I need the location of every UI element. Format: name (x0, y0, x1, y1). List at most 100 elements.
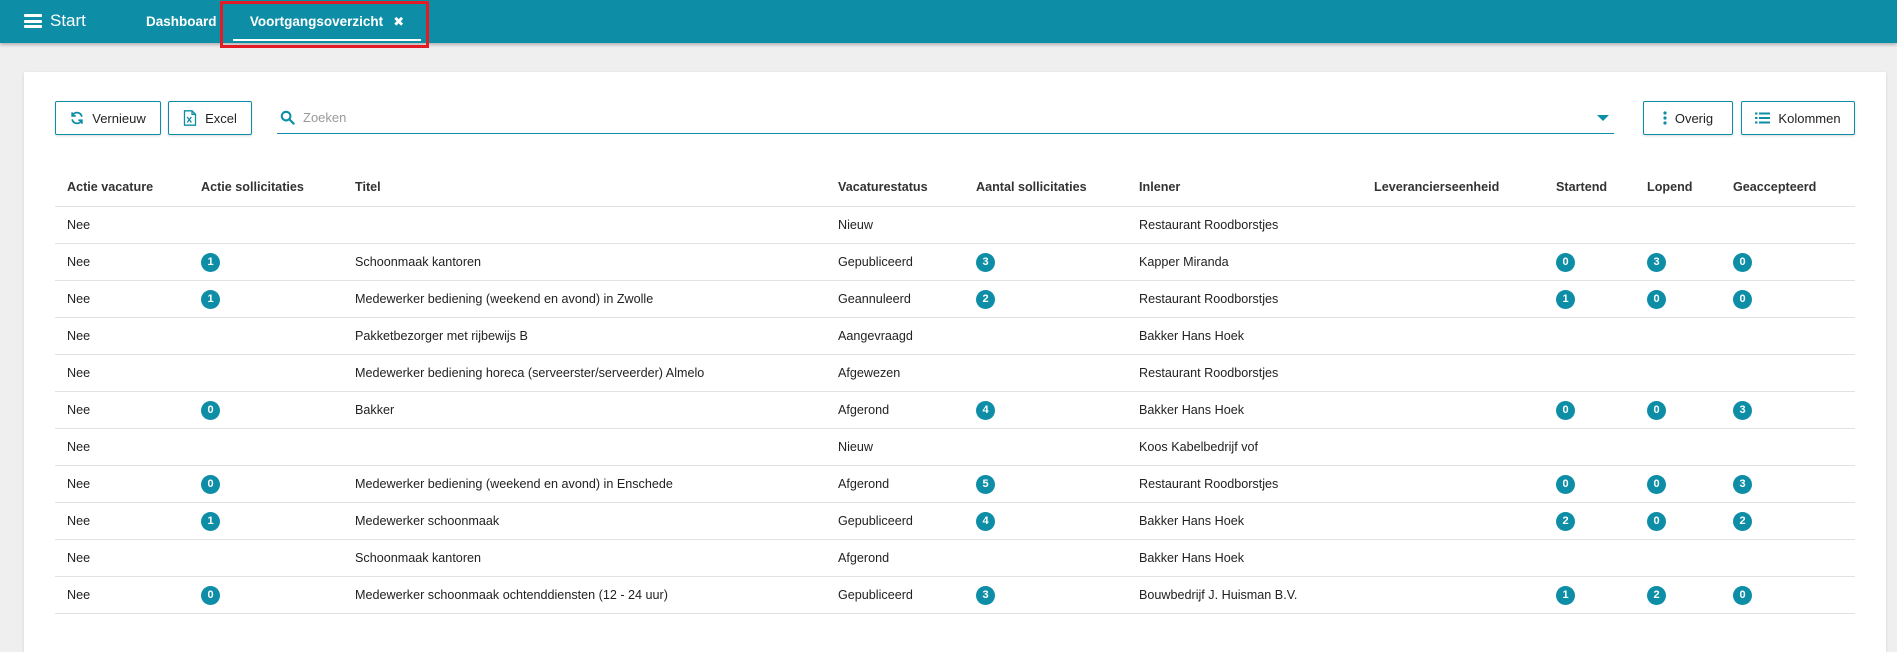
count-badge: 2 (976, 289, 995, 309)
cell-inlener: Restaurant Roodborstjes (1127, 280, 1362, 318)
table-row[interactable]: Nee Nieuw Koos Kabelbedrijf vof (55, 428, 1855, 466)
column-header-vacaturestatus[interactable]: Vacaturestatus (826, 168, 964, 207)
cell-actie-vacature: Nee (55, 465, 189, 503)
cell-geaccepteerd: 0 (1721, 280, 1855, 318)
column-header-leverancierseenheid[interactable]: Leverancierseenheid (1362, 168, 1544, 207)
cell-actie-sollicitaties (189, 539, 343, 577)
refresh-button[interactable]: Vernieuw (55, 101, 161, 135)
cell-actie-vacature: Nee (55, 502, 189, 540)
cell-inlener: Bouwbedrijf J. Huisman B.V. (1127, 576, 1362, 614)
cell-lopend: 2 (1635, 576, 1721, 614)
cell-vacaturestatus: Afgerond (826, 465, 964, 503)
table-row[interactable]: Nee 1 Medewerker schoonmaak Gepubliceerd 4 Ba… (55, 502, 1855, 540)
cell-leverancierseenheid (1362, 576, 1544, 614)
table-row[interactable]: Nee Nieuw Restaurant Roodborstjes (55, 206, 1855, 244)
cell-aantal-sollicitaties: 4 (964, 391, 1127, 429)
cell-startend: 0 (1544, 465, 1635, 503)
column-header-actie-vacature[interactable]: Actie vacature (55, 168, 189, 207)
start-menu-button[interactable]: Start (24, 10, 86, 32)
table-row[interactable]: Nee Pakketbezorger met rijbewijs B Aangevr… (55, 317, 1855, 355)
cell-titel (343, 206, 826, 244)
cell-leverancierseenheid (1362, 206, 1544, 244)
table-row[interactable]: Nee 1 Medewerker bediening (weekend en avo… (55, 280, 1855, 318)
cell-startend: 0 (1544, 243, 1635, 281)
count-badge: 0 (1733, 289, 1752, 309)
cell-titel: Medewerker schoonmaak (343, 502, 826, 540)
cell-lopend (1635, 428, 1721, 466)
start-menu-label: Start (50, 11, 86, 30)
active-tab-indicator (233, 39, 421, 41)
cell-titel: Medewerker bediening (weekend en avond) … (343, 280, 826, 318)
count-badge: 0 (1647, 400, 1666, 420)
cell-lopend (1635, 539, 1721, 577)
cell-leverancierseenheid (1362, 243, 1544, 281)
cell-leverancierseenheid (1362, 280, 1544, 318)
column-header-inlener[interactable]: Inlener (1127, 168, 1362, 207)
refresh-button-label: Vernieuw (92, 110, 146, 126)
search-dropdown-caret-icon[interactable] (1597, 114, 1609, 121)
count-badge: 1 (1556, 289, 1575, 309)
cell-vacaturestatus: Gepubliceerd (826, 502, 964, 540)
excel-export-button[interactable]: Excel (168, 101, 252, 135)
close-icon[interactable]: ✖ (393, 14, 404, 30)
column-header-startend[interactable]: Startend (1544, 168, 1635, 207)
count-badge: 0 (1647, 474, 1666, 494)
cell-leverancierseenheid (1362, 354, 1544, 392)
count-badge: 3 (1733, 474, 1752, 494)
tab-voortgangsoverzicht[interactable]: Voortgangsoverzicht ✖ (233, 0, 421, 43)
hamburger-icon (24, 14, 42, 28)
cell-vacaturestatus: Afgerond (826, 391, 964, 429)
cell-actie-vacature: Nee (55, 317, 189, 355)
count-badge: 3 (1733, 400, 1752, 420)
count-badge: 0 (1556, 252, 1575, 272)
cell-lopend (1635, 354, 1721, 392)
cell-inlener: Bakker Hans Hoek (1127, 502, 1362, 540)
cell-leverancierseenheid (1362, 317, 1544, 355)
column-list-icon (1755, 112, 1771, 124)
column-header-actie-sollicitaties[interactable]: Actie sollicitaties (189, 168, 343, 207)
overig-button-label: Overig (1674, 110, 1714, 126)
overig-menu-button[interactable]: Overig (1643, 101, 1733, 135)
cell-actie-vacature: Nee (55, 539, 189, 577)
top-nav-bar: Start Dashboard Voortgangsoverzicht ✖ (0, 0, 1897, 43)
cell-startend (1544, 539, 1635, 577)
progress-overview-table: Actie vacature Actie sollicitaties Titel Va… (55, 168, 1855, 614)
cell-geaccepteerd: 3 (1721, 465, 1855, 503)
cell-actie-vacature: Nee (55, 280, 189, 318)
cell-titel: Schoonmaak kantoren (343, 539, 826, 577)
search-input[interactable] (301, 109, 1597, 126)
cell-aantal-sollicitaties: 3 (964, 576, 1127, 614)
count-badge: 1 (201, 252, 220, 272)
excel-button-label: Excel (205, 110, 237, 126)
cell-lopend (1635, 317, 1721, 355)
tab-dashboard[interactable]: Dashboard (146, 0, 217, 43)
column-header-lopend[interactable]: Lopend (1635, 168, 1721, 207)
cell-geaccepteerd (1721, 317, 1855, 355)
cell-titel: Medewerker bediening (weekend en avond) … (343, 465, 826, 503)
count-badge: 0 (201, 585, 220, 605)
cell-lopend: 0 (1635, 280, 1721, 318)
count-badge: 2 (1556, 511, 1575, 531)
table-row[interactable]: Nee Medewerker bediening horeca (serveers… (55, 354, 1855, 392)
cell-vacaturestatus: Nieuw (826, 206, 964, 244)
cell-aantal-sollicitaties (964, 317, 1127, 355)
cell-actie-vacature: Nee (55, 576, 189, 614)
table-row[interactable]: Nee 1 Schoonmaak kantoren Gepubliceerd 3 Kapp… (55, 243, 1855, 281)
count-badge: 5 (976, 474, 995, 494)
cell-aantal-sollicitaties: 4 (964, 502, 1127, 540)
table-row[interactable]: Nee Schoonmaak kantoren Afgerond Bakker Han… (55, 539, 1855, 577)
cell-actie-vacature: Nee (55, 391, 189, 429)
cell-startend (1544, 428, 1635, 466)
column-header-geaccepteerd[interactable]: Geaccepteerd (1721, 168, 1855, 207)
cell-aantal-sollicitaties: 5 (964, 465, 1127, 503)
more-vertical-icon (1663, 111, 1667, 125)
column-header-aantal-sollicitaties[interactable]: Aantal sollicitaties (964, 168, 1127, 207)
table-row[interactable]: Nee 0 Bakker Afgerond 4 Bakker Hans Hoek 0 0 3 (55, 391, 1855, 429)
column-header-titel[interactable]: Titel (343, 168, 826, 207)
table-row[interactable]: Nee 0 Medewerker bediening (weekend en avo… (55, 465, 1855, 503)
count-badge: 1 (201, 511, 220, 531)
kolommen-button[interactable]: Kolommen (1741, 101, 1855, 135)
cell-vacaturestatus: Afgewezen (826, 354, 964, 392)
table-row[interactable]: Nee 0 Medewerker schoonmaak ochtenddienste… (55, 576, 1855, 614)
cell-leverancierseenheid (1362, 502, 1544, 540)
